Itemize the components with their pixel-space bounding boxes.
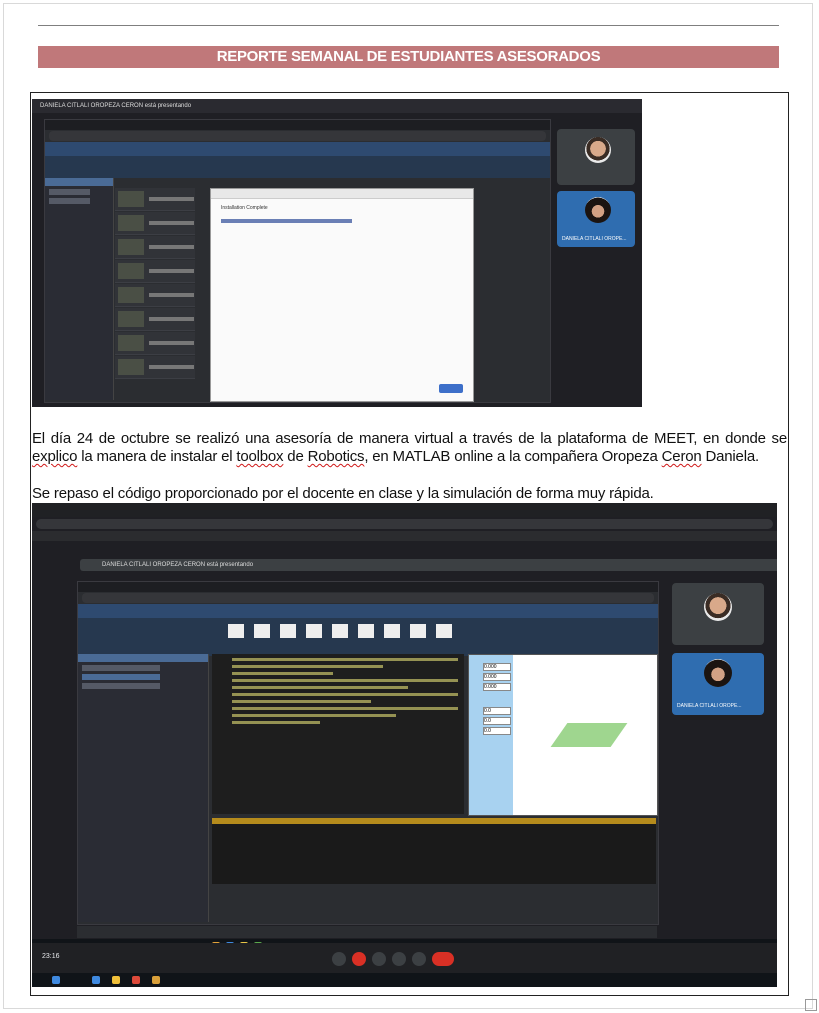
robot-plot-floor <box>550 723 628 747</box>
camera-button[interactable] <box>352 952 366 966</box>
meeting-time: 23:16 <box>42 953 60 960</box>
value-field[interactable]: 0.0 <box>483 707 511 715</box>
addon-item <box>115 356 195 379</box>
raise-hand-button[interactable] <box>372 952 386 966</box>
header-rule <box>38 25 779 26</box>
meet-screenshot-1: DANIELA CITLALI OROPEZA CERON está prese… <box>32 99 642 407</box>
misspelled-word: Ceron <box>661 448 702 465</box>
text-segment: El día 24 de octubre se realizó una ases… <box>32 430 787 447</box>
bookmarks-bar <box>32 531 777 541</box>
misspelled-word: Robotics <box>307 448 365 465</box>
addon-item <box>115 188 195 211</box>
end-call-button[interactable] <box>432 952 454 966</box>
avatar <box>585 197 611 223</box>
present-button[interactable] <box>392 952 406 966</box>
slider-panel: 0.000 0.000 0.000 0.0 0.0 0.0 <box>469 655 513 815</box>
text-segment: la manera de instalar el <box>77 448 237 465</box>
addon-manager-dialog: Installation Complete <box>210 188 474 402</box>
misspelled-word: toolbox <box>236 448 284 465</box>
meet-screenshot-2: DANIELA CITLALI OROPEZA CERON está prese… <box>32 503 777 987</box>
page-corner-mark <box>805 999 817 1011</box>
apps-ribbon <box>78 618 658 656</box>
chrome-tabs <box>32 503 777 517</box>
paragraph-1: El día 24 de octubre se realizó una ases… <box>32 430 787 466</box>
addon-item <box>115 332 195 355</box>
addon-item <box>115 260 195 283</box>
avatar <box>585 137 611 163</box>
participant-tile-active[interactable]: DANIELA CITLALI OROPE... <box>557 191 635 247</box>
current-folder-panel <box>45 178 114 400</box>
report-title: REPORTE SEMANAL DE ESTUDIANTES ASESORADO… <box>38 46 779 68</box>
avatar <box>704 659 732 687</box>
close-button[interactable] <box>439 384 463 393</box>
participant-tile[interactable] <box>557 129 635 185</box>
value-field[interactable]: 0.0 <box>483 727 511 735</box>
mic-button[interactable] <box>332 952 346 966</box>
participant-name: DANIELA CITLALI OROPE... <box>677 703 742 709</box>
meet-controls: 23:16 <box>32 943 777 973</box>
windows-taskbar <box>32 973 777 987</box>
more-options-button[interactable] <box>412 952 426 966</box>
value-field[interactable]: 0.000 <box>483 683 511 691</box>
command-window[interactable] <box>212 818 656 884</box>
download-bar <box>77 926 657 938</box>
code-editor[interactable] <box>212 654 464 814</box>
addon-item <box>115 308 195 331</box>
dialog-heading: Installation Complete <box>221 205 268 211</box>
value-field[interactable]: 0.000 <box>483 673 511 681</box>
value-field[interactable]: 0.0 <box>483 717 511 725</box>
figure-window: 0.000 0.000 0.000 0.0 0.0 0.0 <box>468 654 658 816</box>
matlab-ribbon <box>45 142 550 156</box>
meet-presenting-banner: DANIELA CITLALI OROPEZA CERON está prese… <box>80 559 777 571</box>
avatar <box>704 593 732 621</box>
paragraph-2: Se repaso el código proporcionado por el… <box>32 485 654 502</box>
meet-presenting-banner: DANIELA CITLALI OROPEZA CERON está prese… <box>32 99 642 113</box>
participant-tile[interactable] <box>672 583 764 645</box>
text-segment: Daniela. <box>701 448 759 465</box>
misspelled-word: explico <box>32 448 78 465</box>
participant-tile-active[interactable]: DANIELA CITLALI OROPE... <box>672 653 764 715</box>
addon-item <box>115 284 195 307</box>
participant-name: DANIELA CITLALI OROPE... <box>562 236 627 242</box>
text-segment: , en MATLAB online a la compañera Oropez… <box>364 448 662 465</box>
value-field[interactable]: 0.000 <box>483 663 511 671</box>
browser-window: 0.000 0.000 0.000 0.0 0.0 0.0 <box>77 581 659 925</box>
current-folder-panel <box>78 654 209 922</box>
addon-item <box>115 236 195 259</box>
matlab-ribbon <box>78 604 658 618</box>
address-bar[interactable] <box>36 519 773 529</box>
text-segment: de <box>283 448 308 465</box>
addon-item <box>115 212 195 235</box>
browser-window: Installation Complete <box>44 119 551 403</box>
